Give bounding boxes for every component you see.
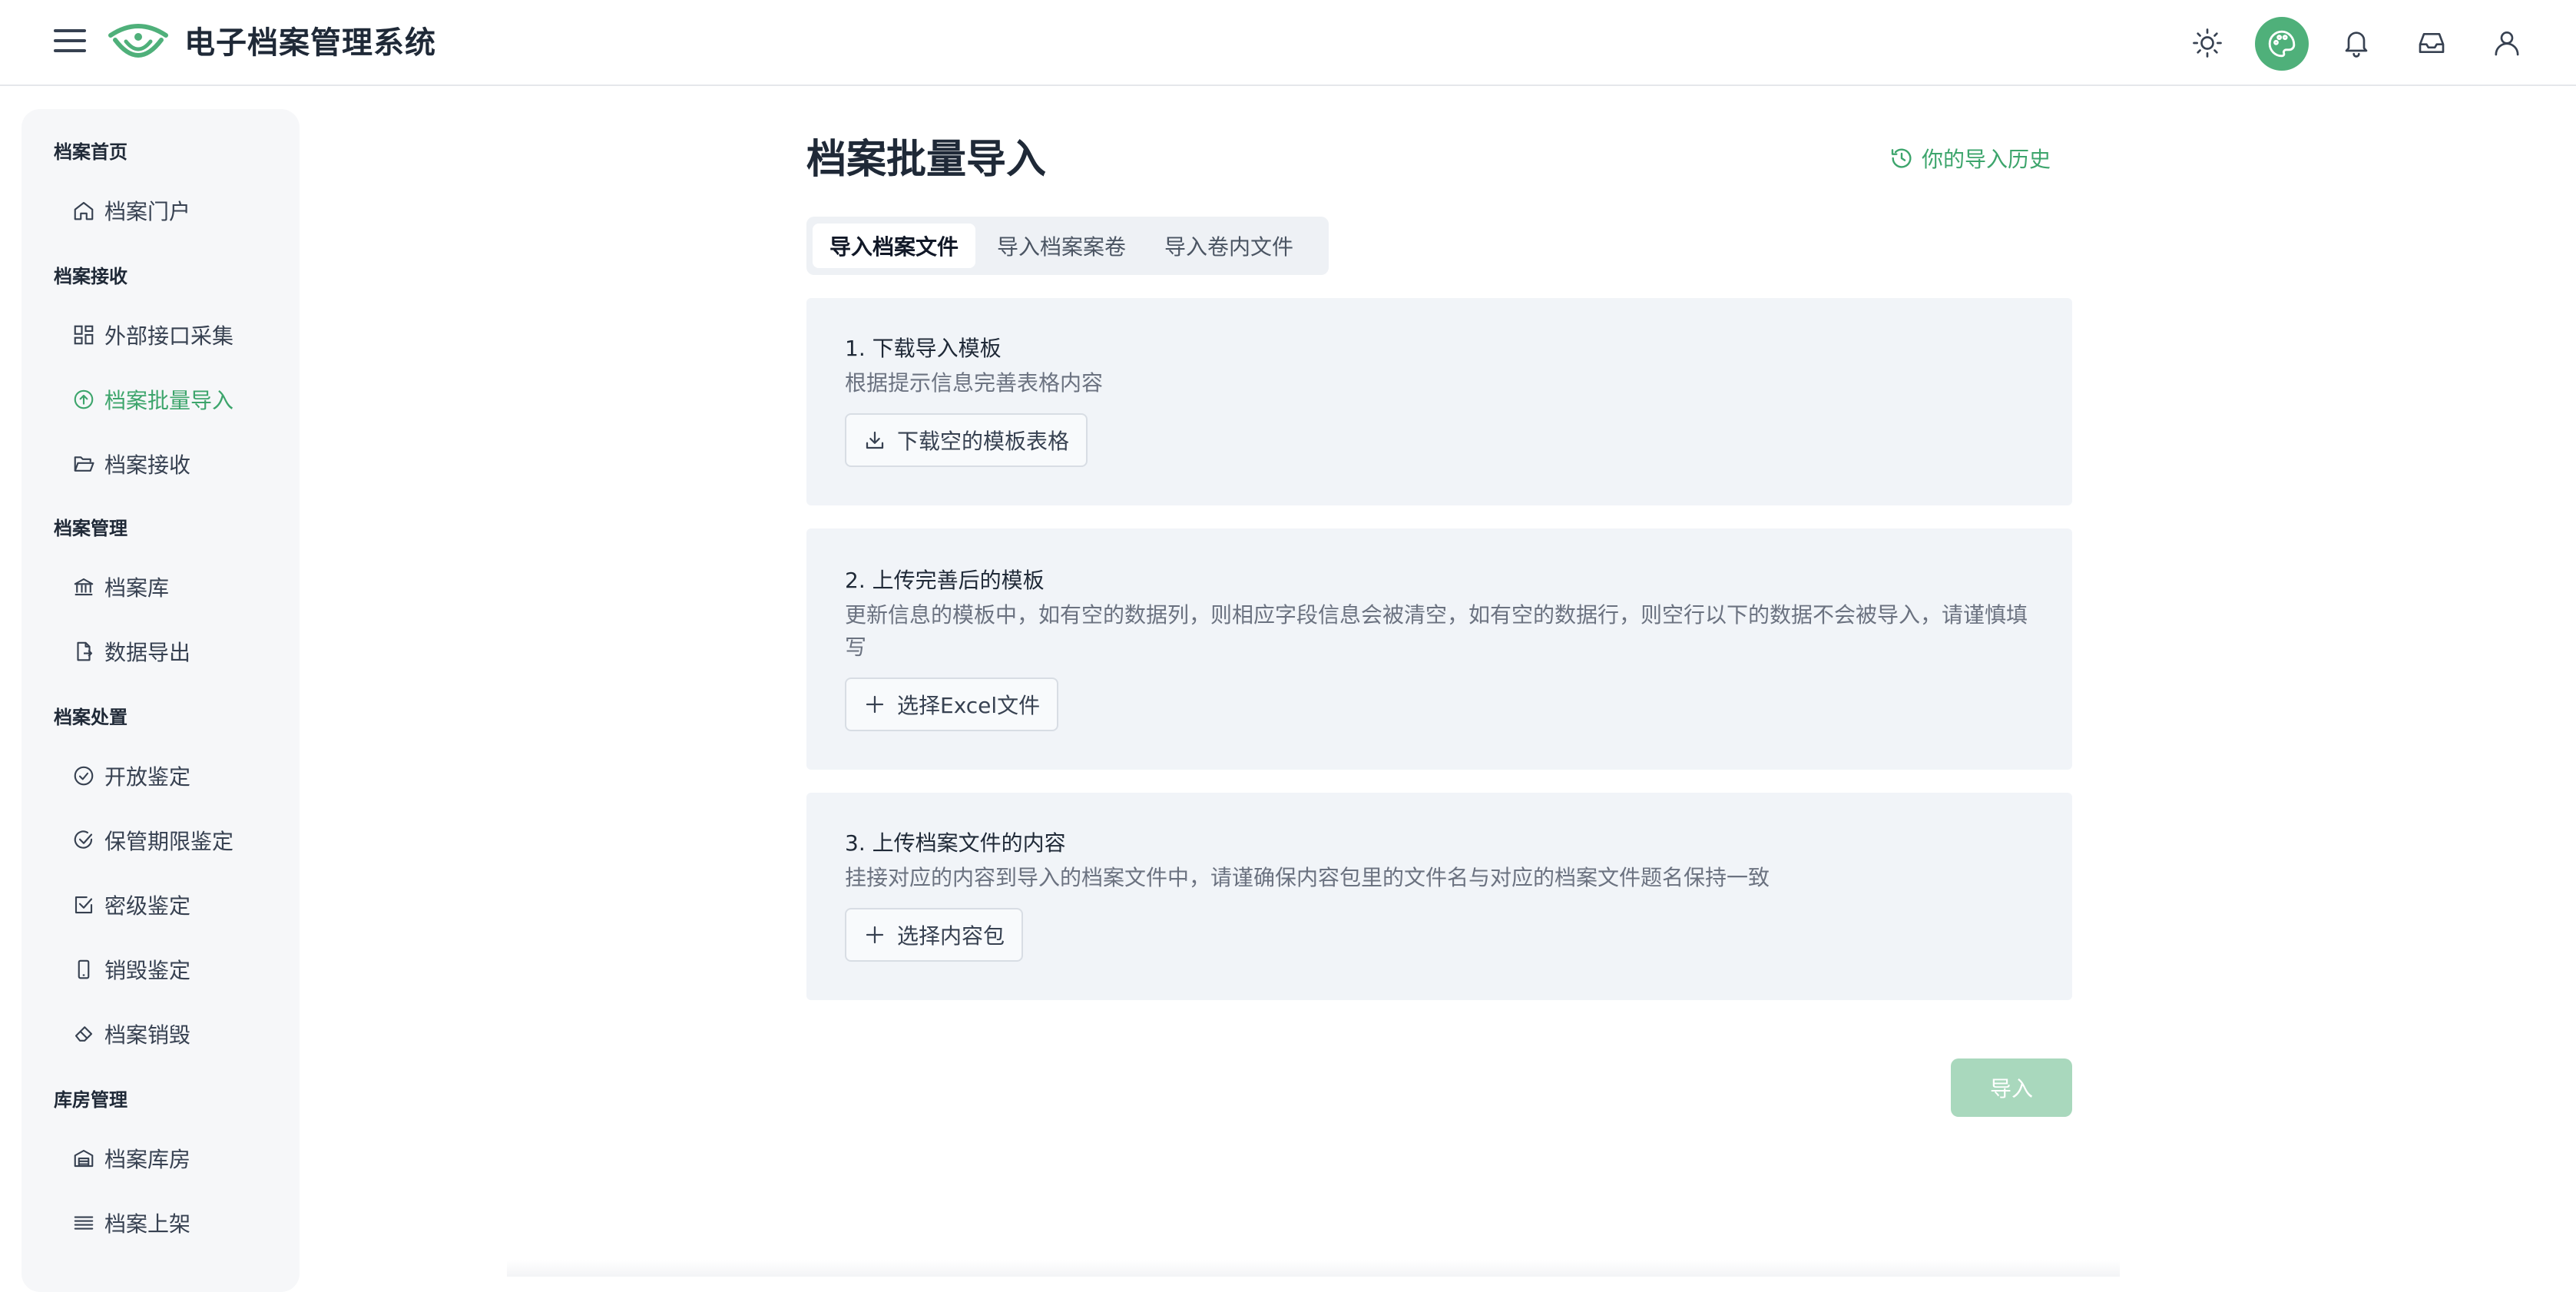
bank-icon (74, 578, 94, 596)
step-upload-content: 3. 上传档案文件的内容 挂接对应的内容到导入的档案文件中，请谨确保内容包里的文… (806, 793, 2072, 1000)
menu-icon[interactable] (54, 29, 86, 57)
history-link-label: 你的导入历史 (1922, 147, 2051, 172)
sidebar-item-label: 档案销毁 (104, 1022, 191, 1048)
check-circle-icon (74, 766, 94, 786)
grid-icon (74, 325, 94, 345)
tab-import-volume-files[interactable]: 导入卷内文件 (1147, 224, 1310, 268)
import-tabs: 导入档案文件 导入档案案卷 导入卷内文件 (806, 217, 1329, 275)
sidebar-item-label: 档案库房 (104, 1147, 191, 1172)
check-square-icon (74, 896, 93, 914)
sidebar-item-receive[interactable]: 档案接收 (72, 441, 190, 487)
app-logo (108, 24, 168, 58)
sidebar: 档案首页 档案门户 档案接收 外部接口采集 档案批量导入 档案接收 档案管理 档… (22, 109, 300, 1292)
file-export-icon (77, 641, 93, 661)
history-icon (1891, 148, 1912, 168)
sidebar-group-dispose: 档案处置 (54, 707, 127, 728)
sidebar-item-label: 档案批量导入 (104, 388, 234, 413)
step-title: 1. 下载导入模板 (845, 336, 1002, 361)
check-circle-icon (74, 830, 93, 849)
step-desc: 挂接对应的内容到导入的档案文件中，请谨确保内容包里的文件名与对应的档案文件题名保… (845, 865, 1770, 890)
sidebar-item-library[interactable]: 档案库 (72, 564, 169, 610)
sidebar-item-portal[interactable]: 档案门户 (72, 187, 190, 234)
sidebar-item-label: 密级鉴定 (104, 893, 191, 919)
step-desc: 更新信息的模板中，如有空的数据列，则相应字段信息会被清空，如有空的数据行，则空行… (845, 602, 2028, 660)
warehouse-icon (74, 1149, 94, 1168)
sidebar-item-open-appraisal[interactable]: 开放鉴定 (72, 753, 190, 799)
import-history-link[interactable]: 你的导入历史 (1889, 143, 2051, 174)
sidebar-group-storage: 库房管理 (54, 1089, 127, 1111)
sidebar-item-label: 档案上架 (104, 1211, 191, 1237)
home-icon (74, 201, 94, 220)
step-upload-template: 2. 上传完善后的模板 更新信息的模板中，如有空的数据列，则相应字段信息会被清空… (806, 528, 2072, 770)
sidebar-item-label: 开放鉴定 (104, 764, 191, 790)
plus-icon (866, 926, 884, 944)
sidebar-item-retention-appraisal[interactable]: 保管期限鉴定 (72, 817, 233, 863)
select-excel-button[interactable]: 选择Excel文件 (845, 677, 1059, 731)
sidebar-item-label: 数据导出 (104, 640, 191, 665)
tab-import-files[interactable]: 导入档案文件 (813, 224, 976, 268)
user-icon[interactable] (2487, 23, 2527, 63)
sidebar-item-secret-appraisal[interactable]: 密级鉴定 (72, 882, 190, 928)
page-title: 档案批量导入 (806, 137, 1047, 183)
step-download-template: 1. 下载导入模板 根据提示信息完善表格内容 下载空的模板表格 (806, 298, 2072, 505)
bottom-divider (507, 1260, 2120, 1277)
button-label: 选择Excel文件 (897, 693, 1041, 718)
sidebar-item-label: 档案库 (104, 575, 170, 601)
button-label: 选择内容包 (897, 923, 1005, 949)
eraser-icon (74, 1026, 93, 1042)
sidebar-item-label: 销毁鉴定 (104, 958, 191, 983)
sidebar-item-warehouse[interactable]: 档案库房 (72, 1135, 190, 1181)
folder-open-icon (74, 456, 94, 472)
tab-import-volumes[interactable]: 导入档案案卷 (980, 224, 1143, 268)
sidebar-item-shelving[interactable]: 档案上架 (72, 1200, 190, 1246)
sidebar-item-external-api[interactable]: 外部接口采集 (72, 312, 233, 358)
download-template-button[interactable]: 下载空的模板表格 (845, 413, 1088, 467)
sidebar-item-export[interactable]: 数据导出 (72, 628, 190, 674)
sidebar-item-label: 保管期限鉴定 (104, 829, 234, 854)
sidebar-group-home: 档案首页 (54, 141, 127, 163)
upload-circle-icon (74, 389, 94, 409)
plus-icon (866, 695, 884, 714)
select-content-package-button[interactable]: 选择内容包 (845, 908, 1024, 962)
step-title: 2. 上传完善后的模板 (845, 568, 1045, 593)
app-title: 电子档案管理系统 (184, 25, 436, 61)
step-desc: 根据提示信息完善表格内容 (845, 370, 1104, 396)
phone-icon (78, 959, 90, 979)
sidebar-group-receive: 档案接收 (54, 266, 127, 287)
sidebar-item-batch-import[interactable]: 档案批量导入 (72, 376, 233, 422)
sidebar-group-manage: 档案管理 (54, 518, 127, 539)
download-icon (866, 431, 884, 449)
sidebar-item-label: 档案接收 (104, 452, 191, 478)
top-header: 电子档案管理系统 (0, 0, 2576, 86)
list-icon (74, 1216, 94, 1230)
bell-icon[interactable] (2336, 23, 2376, 63)
sidebar-item-destroy-appraisal[interactable]: 销毁鉴定 (72, 946, 190, 992)
step-title: 3. 上传档案文件的内容 (845, 830, 1066, 856)
button-label: 下载空的模板表格 (897, 429, 1070, 454)
palette-icon[interactable] (2255, 17, 2309, 71)
sidebar-item-label: 档案门户 (104, 199, 191, 224)
sun-icon[interactable] (2187, 23, 2227, 63)
sidebar-item-label: 外部接口采集 (104, 323, 234, 349)
import-button[interactable]: 导入 (1951, 1058, 2072, 1117)
sidebar-item-destroy[interactable]: 档案销毁 (72, 1011, 190, 1057)
inbox-icon[interactable] (2412, 23, 2452, 63)
